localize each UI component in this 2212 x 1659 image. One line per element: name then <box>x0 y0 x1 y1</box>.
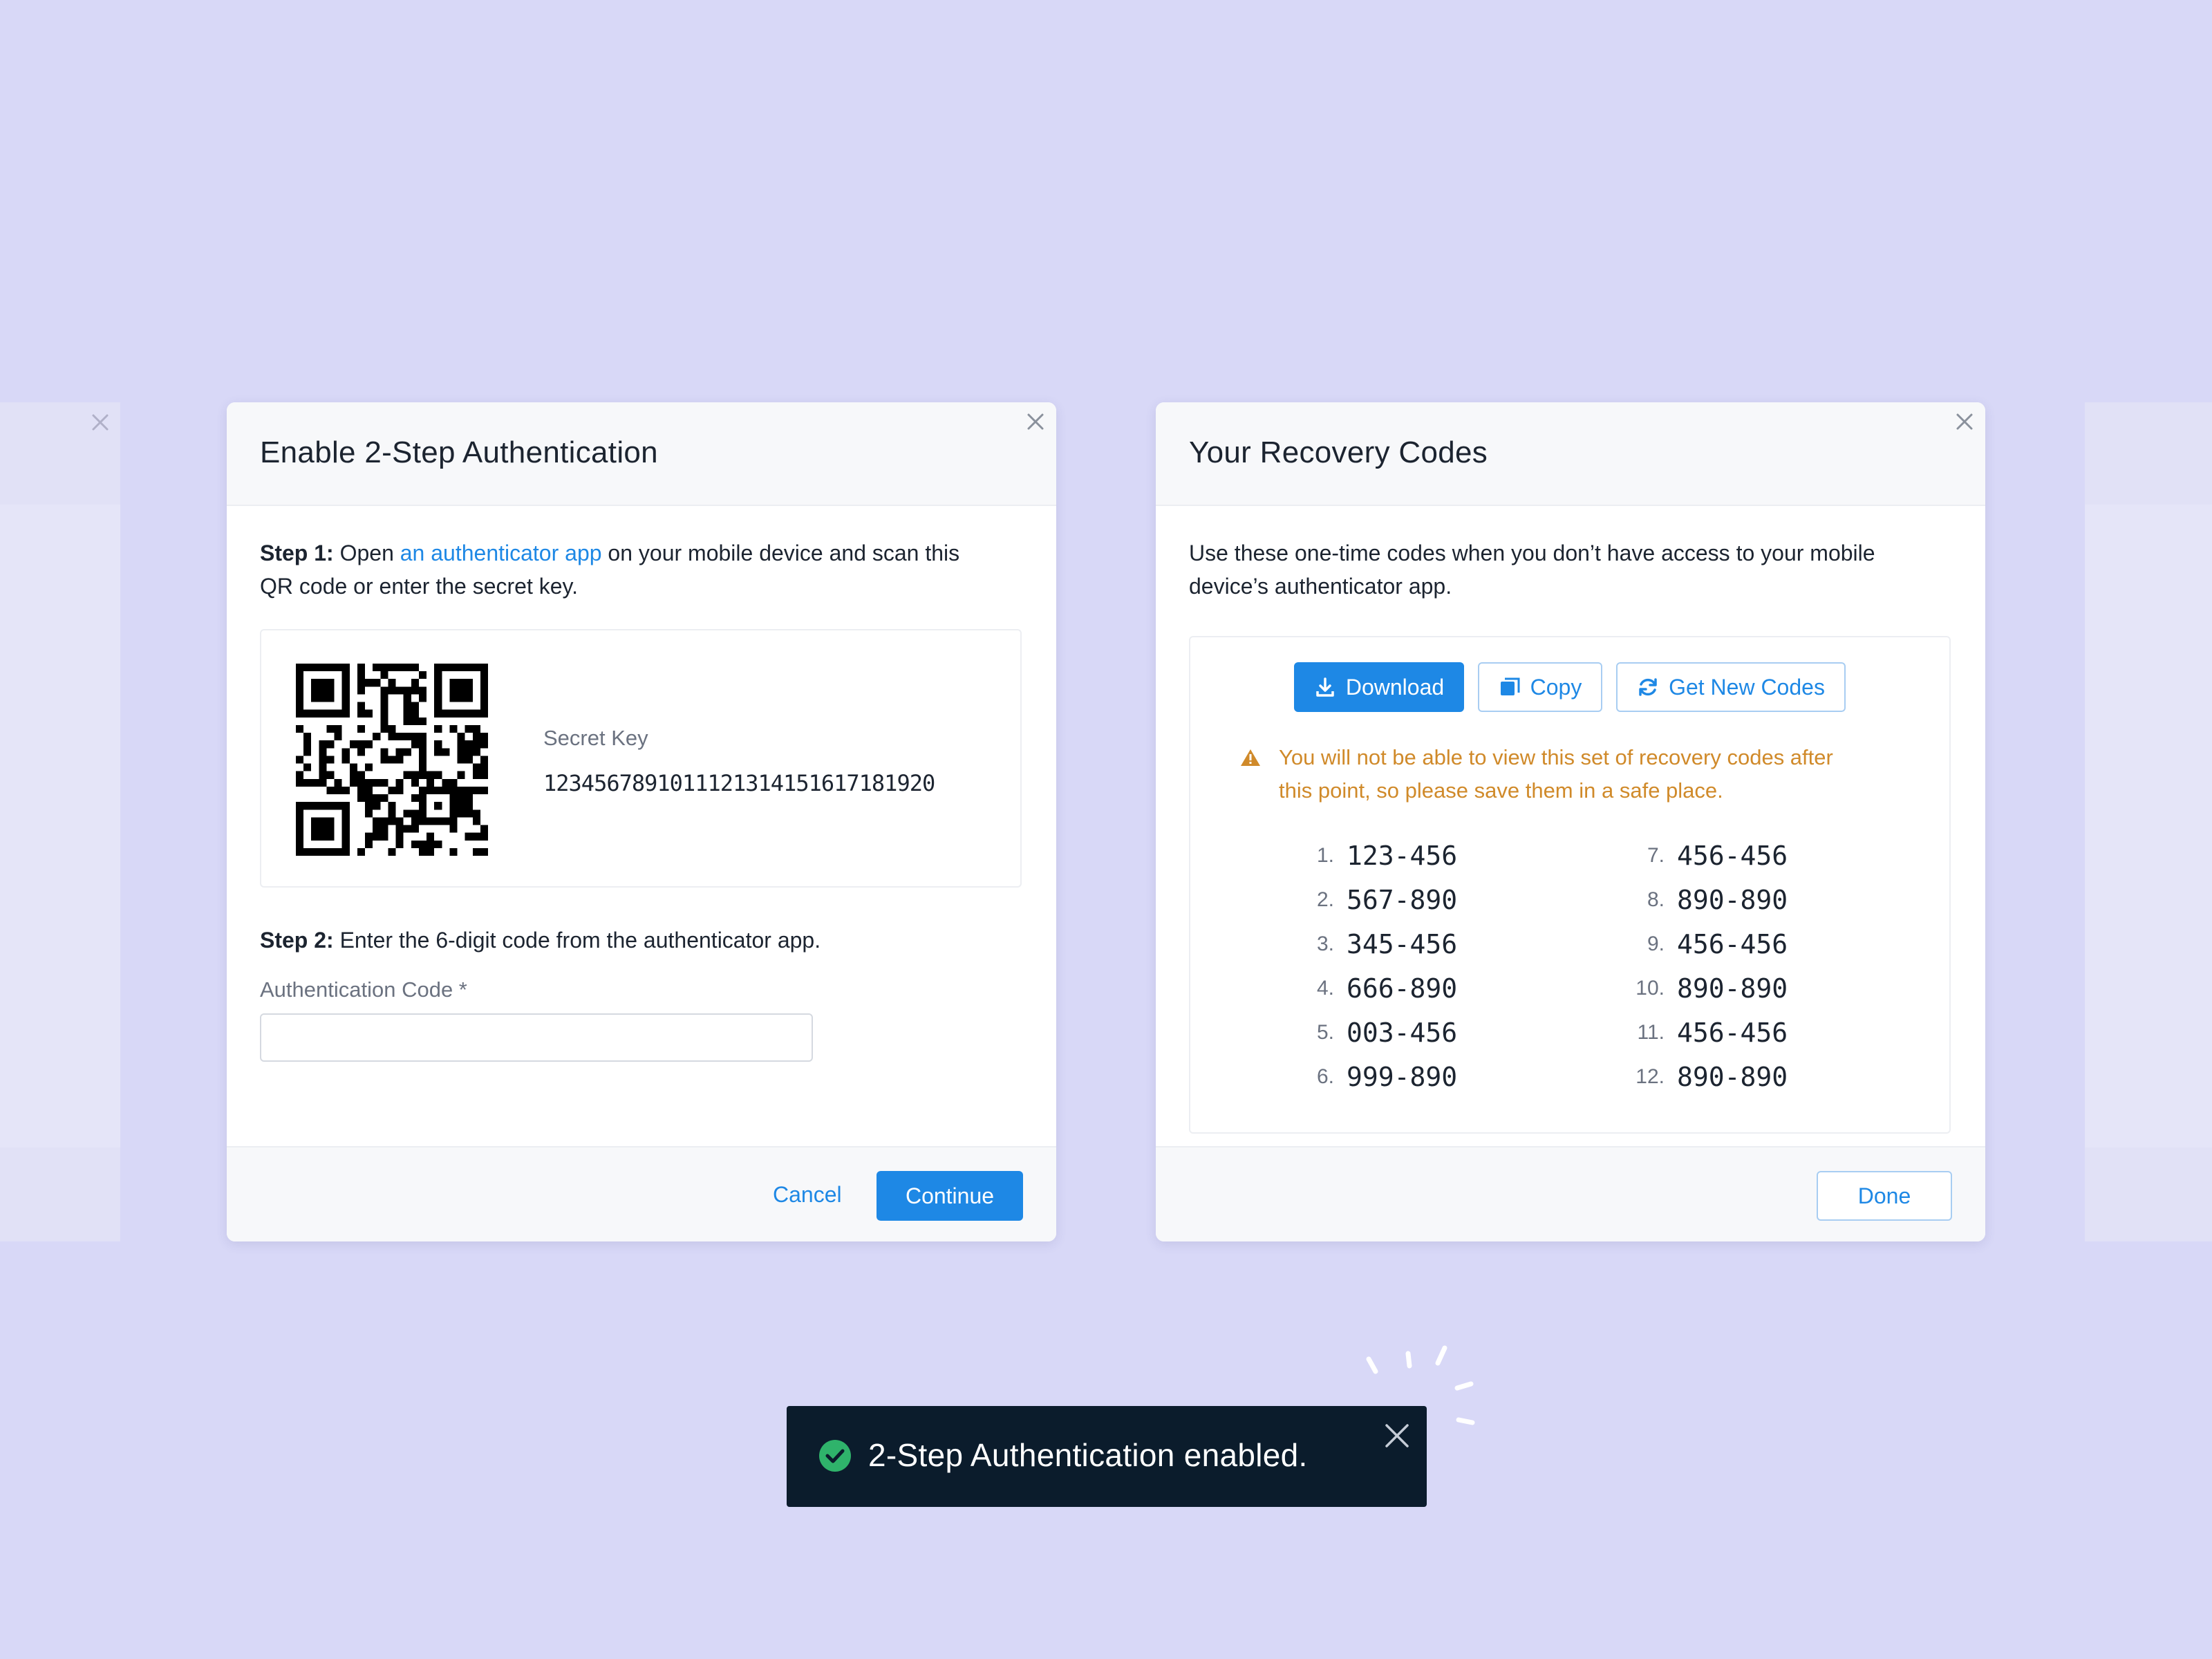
qr-card: Secret Key 12345678910111213141516171819… <box>260 629 1022 888</box>
done-button[interactable]: Done <box>1817 1171 1952 1221</box>
close-icon[interactable] <box>1023 409 1048 434</box>
recovery-code-number: 5. <box>1316 1021 1334 1044</box>
recovery-code-item: 9. 456-456 <box>1602 922 1788 966</box>
recovery-code-value: 456-456 <box>1677 1018 1788 1048</box>
recovery-code-item: 5. 003-456 <box>1272 1011 1457 1055</box>
recovery-code-item: 8. 890-890 <box>1602 878 1788 922</box>
recovery-code-value: 456-456 <box>1677 841 1788 871</box>
copy-button[interactable]: Copy <box>1478 662 1602 712</box>
cancel-button[interactable]: Cancel <box>773 1182 842 1208</box>
continue-button[interactable]: Continue <box>877 1171 1023 1221</box>
download-icon <box>1314 676 1336 698</box>
intro-line2: device’s authenticator app. <box>1189 574 1452 599</box>
close-icon[interactable] <box>1952 409 1977 434</box>
recovery-code-item: 12. 890-890 <box>1602 1055 1788 1099</box>
ghost-modal-right <box>2085 402 2212 1241</box>
warning-text: You will not be able to view this set of… <box>1279 741 1833 807</box>
recovery-codes-card: Download Copy Get New Codes You will not… <box>1189 636 1951 1134</box>
get-new-codes-button[interactable]: Get New Codes <box>1616 662 1846 712</box>
modal-title: Enable 2-Step Authentication <box>260 435 658 469</box>
warning-line2: this point, so please save them in a saf… <box>1279 778 1723 803</box>
step2-text: Step 2: Enter the 6-digit code from the … <box>260 924 821 957</box>
enable-2fa-modal: Enable 2-Step Authentication Step 1: Ope… <box>227 402 1056 1241</box>
warning-icon <box>1241 749 1260 766</box>
recovery-code-item: 7. 456-456 <box>1602 834 1788 878</box>
success-toast: 2-Step Authentication enabled. <box>787 1406 1427 1507</box>
recovery-code-number: 3. <box>1316 932 1334 955</box>
ghost-modal-header <box>2085 402 2212 505</box>
step2-instruction: Enter the 6-digit code from the authenti… <box>333 928 821 953</box>
copy-icon <box>1499 676 1521 698</box>
toast-message: 2-Step Authentication enabled. <box>868 1437 1308 1473</box>
recovery-code-number: 2. <box>1316 888 1334 911</box>
recovery-codes-modal: Your Recovery Codes Use these one-time c… <box>1156 402 1985 1241</box>
step2-label: Step 2: <box>260 928 334 953</box>
get-new-codes-label: Get New Codes <box>1669 674 1825 700</box>
recovery-code-number: 7. <box>1647 844 1665 867</box>
authenticator-app-link[interactable]: an authenticator app <box>400 541 602 565</box>
recovery-code-number: 4. <box>1316 977 1334 1000</box>
secret-key-value: 12345678910111213141516171819​20 <box>543 770 935 796</box>
recovery-code-value: 123-456 <box>1347 841 1458 871</box>
recovery-code-number: 6. <box>1316 1065 1334 1088</box>
copy-label: Copy <box>1530 674 1582 700</box>
recovery-code-number: 1. <box>1316 844 1334 867</box>
recovery-code-value: 345-456 <box>1347 929 1458 959</box>
intro-line1: Use these one-time codes when you don’t … <box>1189 541 1875 565</box>
recovery-code-value: 567-890 <box>1347 885 1458 915</box>
step1-pre: Open <box>333 541 400 565</box>
qr-code <box>296 664 488 856</box>
recovery-code-item: 2. 567-890 <box>1272 878 1457 922</box>
recovery-code-item: 10. 890-890 <box>1602 966 1788 1011</box>
ghost-modal-footer <box>0 1147 120 1241</box>
warning-line1: You will not be able to view this set of… <box>1279 745 1833 769</box>
recovery-code-value: 456-456 <box>1677 929 1788 959</box>
recovery-code-item: 1. 123-456 <box>1272 834 1457 878</box>
ghost-modal-left <box>0 402 120 1241</box>
close-icon[interactable] <box>1382 1421 1412 1450</box>
recovery-code-value: 999-890 <box>1347 1062 1458 1092</box>
download-button[interactable]: Download <box>1294 662 1464 712</box>
modal-footer: Done <box>1156 1146 1985 1241</box>
recovery-code-item: 4. 666-890 <box>1272 966 1457 1011</box>
modal-header: Enable 2-Step Authentication <box>227 402 1056 506</box>
recovery-code-value: 890-890 <box>1677 973 1788 1004</box>
modal-title: Your Recovery Codes <box>1189 435 1488 469</box>
ghost-modal-footer <box>2085 1147 2212 1241</box>
recovery-intro: Use these one-time codes when you don’t … <box>1189 536 1875 603</box>
recovery-code-value: 890-890 <box>1677 885 1788 915</box>
modal-header: Your Recovery Codes <box>1156 402 1985 506</box>
recovery-code-number: 8. <box>1647 888 1665 911</box>
auth-code-input[interactable] <box>260 1013 813 1062</box>
recovery-code-value: 890-890 <box>1677 1062 1788 1092</box>
step1-text: Step 1: Open an authenticator app on you… <box>260 536 959 603</box>
step1-label: Step 1: <box>260 541 334 565</box>
refresh-icon <box>1637 676 1659 698</box>
modal-footer: Cancel Continue <box>227 1146 1056 1241</box>
step1-line2: QR code or enter the secret key. <box>260 574 579 599</box>
recovery-code-number: 9. <box>1647 932 1665 955</box>
check-circle-icon <box>819 1440 851 1472</box>
recovery-code-number: 12. <box>1635 1065 1665 1088</box>
recovery-code-value: 003-456 <box>1347 1018 1458 1048</box>
download-label: Download <box>1345 674 1445 700</box>
recovery-code-item: 3. 345-456 <box>1272 922 1457 966</box>
recovery-code-number: 11. <box>1637 1021 1665 1044</box>
auth-code-label: Authentication Code * <box>260 977 467 1002</box>
close-icon[interactable] <box>88 411 112 434</box>
recovery-code-item: 11. 456-456 <box>1602 1011 1788 1055</box>
step1-post: on your mobile device and scan this <box>601 541 960 565</box>
recovery-code-item: 6. 999-890 <box>1272 1055 1457 1099</box>
secret-key-label: Secret Key <box>543 726 648 750</box>
recovery-code-number: 10. <box>1635 977 1665 1000</box>
recovery-code-value: 666-890 <box>1347 973 1458 1004</box>
